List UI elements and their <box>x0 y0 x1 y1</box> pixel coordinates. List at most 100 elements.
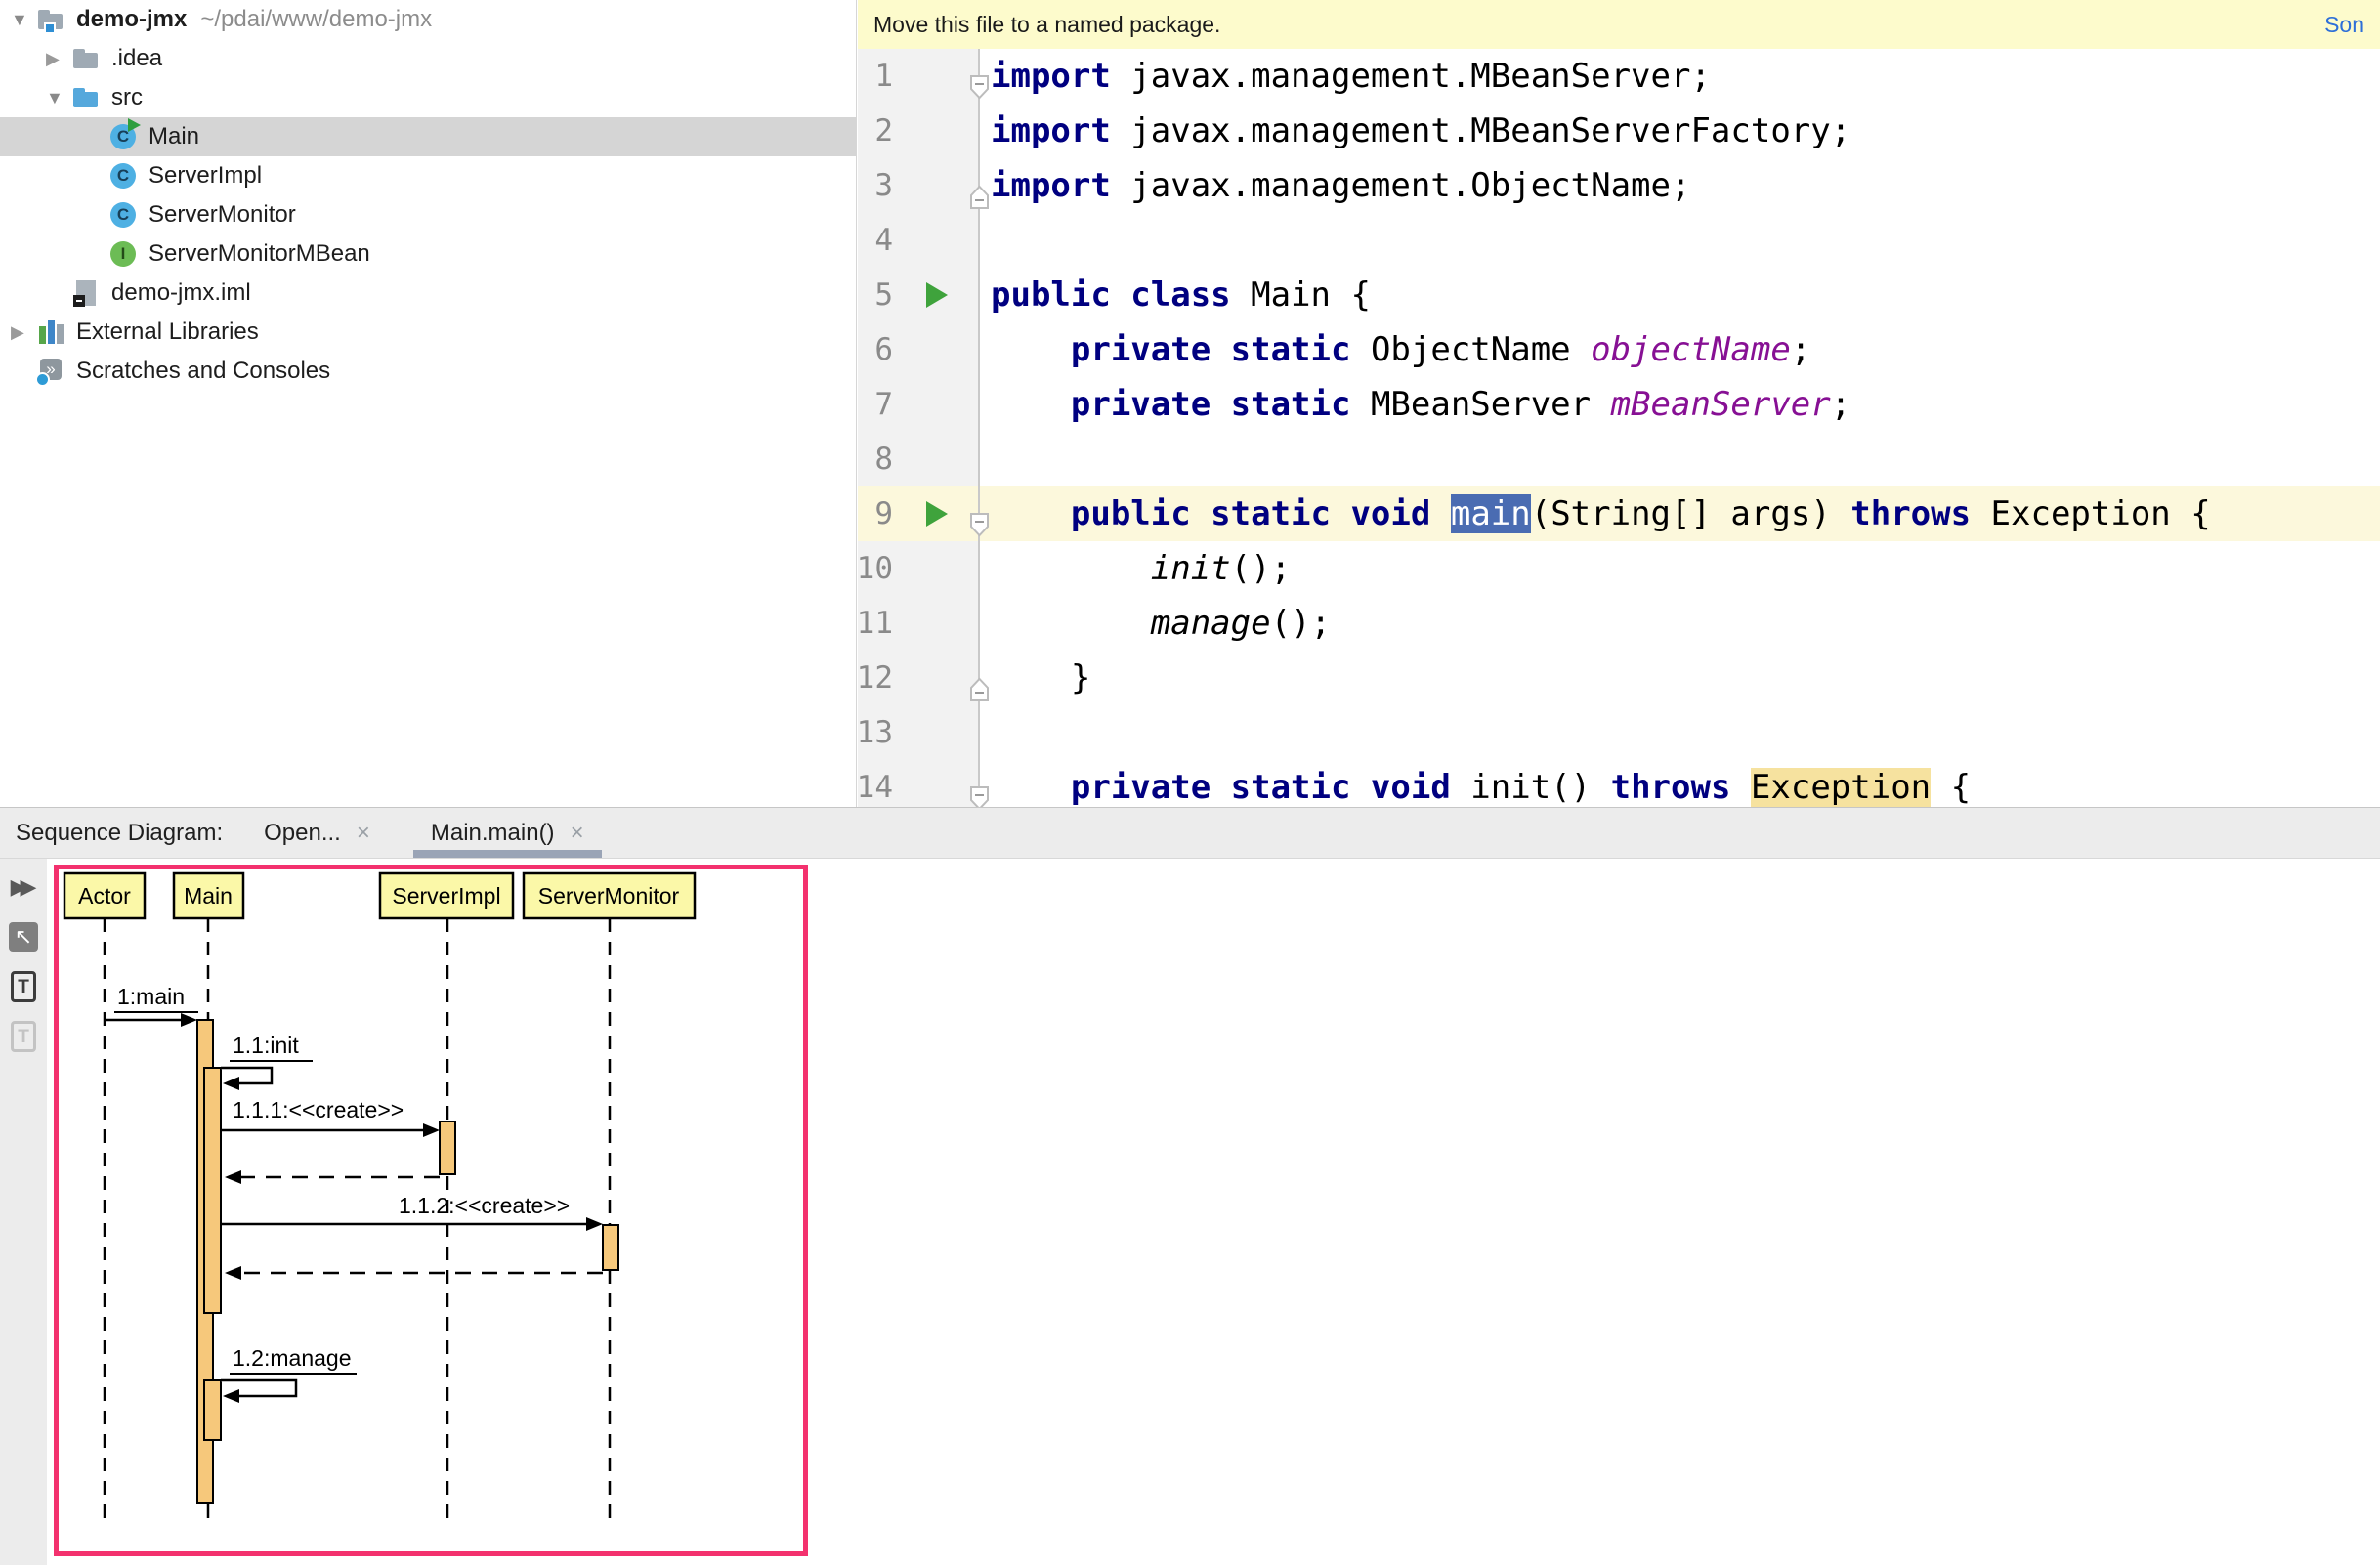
editor-gutter[interactable]: 5 <box>858 268 980 322</box>
fold-marker-up-icon[interactable] <box>969 172 990 198</box>
code-line-1[interactable]: 1 import javax.management.MBeanServer; <box>858 49 2380 104</box>
editor-gutter[interactable]: 11 <box>858 596 980 651</box>
code-text[interactable]: } <box>980 651 2380 705</box>
export-to-editor-icon[interactable] <box>9 922 38 952</box>
fold-marker-down-icon[interactable] <box>969 500 990 527</box>
fold-marker-down-icon[interactable] <box>969 63 990 89</box>
code-line-6[interactable]: 6 private static ObjectName objectName; <box>858 322 2380 377</box>
code-text[interactable]: public class Main { <box>980 268 2380 322</box>
code-editor[interactable]: 1 import javax.management.MBeanServer; 2 im… <box>858 49 2380 807</box>
editor-gutter[interactable]: 8 <box>858 432 980 486</box>
close-icon[interactable]: × <box>571 820 584 847</box>
code-line-13[interactable]: 13 <box>858 705 2380 760</box>
code-text[interactable]: private static ObjectName objectName; <box>980 322 2380 377</box>
tree-expanded-arrow-icon[interactable] <box>8 10 37 30</box>
code-line-8[interactable]: 8 <box>858 432 2380 486</box>
editor-gutter[interactable]: 4 <box>858 213 980 268</box>
code-text[interactable]: init(); <box>980 541 2380 596</box>
save-as-text-icon[interactable] <box>11 971 36 1002</box>
fast-forward-icon[interactable] <box>7 870 40 904</box>
tree-item-src[interactable]: src <box>0 78 856 117</box>
code-line-3[interactable]: 3 import javax.management.ObjectName; <box>858 158 2380 213</box>
tree-item-serverimpl[interactable]: ServerImpl <box>0 156 856 195</box>
tab-open-label[interactable]: Open... <box>264 820 341 847</box>
editor-gutter[interactable]: 14 <box>858 760 980 807</box>
banner-action-link[interactable]: Son <box>2324 12 2364 38</box>
code-text[interactable]: private static void init() throws Except… <box>980 760 2380 807</box>
activation-servermonitor[interactable] <box>603 1225 618 1270</box>
tree-item--idea[interactable]: .idea <box>0 39 856 78</box>
participant-servermonitor[interactable]: ServerMonitor <box>524 873 695 918</box>
code-text[interactable] <box>980 432 2380 486</box>
tree-collapsed-arrow-icon[interactable] <box>8 322 37 343</box>
code-line-9[interactable]: 9 public static void main(String[] args)… <box>858 486 2380 541</box>
editor-gutter[interactable]: 13 <box>858 705 980 760</box>
line-number[interactable]: 6 <box>874 322 893 377</box>
tree-item-external-libraries[interactable]: External Libraries <box>0 313 856 352</box>
line-number[interactable]: 12 <box>858 651 893 705</box>
editor-gutter[interactable]: 1 <box>858 49 980 104</box>
message-label-main[interactable]: 1:main <box>117 984 185 1009</box>
code-text[interactable]: import javax.management.MBeanServerFacto… <box>980 104 2380 158</box>
close-icon[interactable]: × <box>357 820 370 847</box>
activation-main-manage[interactable] <box>204 1380 221 1440</box>
line-number[interactable]: 13 <box>858 705 893 760</box>
line-number[interactable]: 11 <box>858 596 893 651</box>
editor-gutter[interactable]: 9 <box>858 486 980 541</box>
run-gutter-icon[interactable] <box>926 501 948 527</box>
code-text[interactable]: private static MBeanServer mBeanServer; <box>980 377 2380 432</box>
tree-item-main[interactable]: Main <box>0 117 856 156</box>
tree-collapsed-arrow-icon[interactable] <box>43 49 72 69</box>
code-line-14[interactable]: 14 private static void init() throws Exc… <box>858 760 2380 807</box>
line-number[interactable]: 10 <box>858 541 893 596</box>
code-line-11[interactable]: 11 manage(); <box>858 596 2380 651</box>
code-text[interactable] <box>980 705 2380 760</box>
fold-marker-up-icon[interactable] <box>969 664 990 691</box>
tab-open[interactable]: Open... × <box>244 808 390 858</box>
line-number[interactable]: 14 <box>858 760 893 807</box>
tree-item-scratches-and-consoles[interactable]: Scratches and Consoles <box>0 352 856 391</box>
code-line-12[interactable]: 12 } <box>858 651 2380 705</box>
activation-serverimpl[interactable] <box>440 1121 455 1174</box>
editor-gutter[interactable]: 12 <box>858 651 980 705</box>
code-text[interactable] <box>980 213 2380 268</box>
line-number[interactable]: 1 <box>874 49 893 104</box>
line-number[interactable]: 4 <box>874 213 893 268</box>
editor-gutter[interactable]: 2 <box>858 104 980 158</box>
code-line-2[interactable]: 2 import javax.management.MBeanServerFact… <box>858 104 2380 158</box>
code-line-7[interactable]: 7 private static MBeanServer mBeanServer… <box>858 377 2380 432</box>
editor-gutter[interactable]: 3 <box>858 158 980 213</box>
participant-serverimpl[interactable]: ServerImpl <box>380 873 513 918</box>
code-line-10[interactable]: 10 init(); <box>858 541 2380 596</box>
tab-main-main[interactable]: Main.main() × <box>411 808 604 858</box>
participant-main[interactable]: Main <box>174 873 243 918</box>
participant-actor[interactable]: Actor <box>64 873 145 918</box>
message-label-create-servermonitor[interactable]: 1.1.2:<<create>> <box>399 1193 570 1218</box>
tree-item-servermonitor[interactable]: ServerMonitor <box>0 195 856 234</box>
message-label-manage[interactable]: 1.2:manage <box>233 1345 351 1371</box>
tree-expanded-arrow-icon[interactable] <box>43 88 72 108</box>
code-text[interactable]: import javax.management.MBeanServer; <box>980 49 2380 104</box>
run-gutter-icon[interactable] <box>926 282 948 308</box>
sequence-diagram[interactable]: Actor Main ServerImpl ServerMonitor <box>47 859 829 1565</box>
code-line-5[interactable]: 5 public class Main { <box>858 268 2380 322</box>
tree-item-demo-jmx-iml[interactable]: demo-jmx.iml <box>0 274 856 313</box>
line-number[interactable]: 3 <box>874 158 893 213</box>
line-number[interactable]: 2 <box>874 104 893 158</box>
editor-gutter[interactable]: 6 <box>858 322 980 377</box>
tree-item-demo-jmx[interactable]: demo-jmx~/pdai/www/demo-jmx <box>0 0 856 39</box>
fold-marker-down-icon[interactable] <box>969 774 990 800</box>
line-number[interactable]: 5 <box>874 268 893 322</box>
code-text[interactable]: import javax.management.ObjectName; <box>980 158 2380 213</box>
tab-main-main-label[interactable]: Main.main() <box>431 820 555 847</box>
editor-gutter[interactable]: 7 <box>858 377 980 432</box>
tree-item-servermonitormbean[interactable]: ServerMonitorMBean <box>0 234 856 274</box>
message-label-init[interactable]: 1.1:init <box>233 1033 299 1058</box>
line-number[interactable]: 7 <box>874 377 893 432</box>
editor-gutter[interactable]: 10 <box>858 541 980 596</box>
message-label-create-serverimpl[interactable]: 1.1.1:<<create>> <box>233 1097 404 1122</box>
code-text[interactable]: manage(); <box>980 596 2380 651</box>
code-line-4[interactable]: 4 <box>858 213 2380 268</box>
code-text[interactable]: public static void main(String[] args) t… <box>980 486 2380 541</box>
line-number[interactable]: 9 <box>874 486 893 541</box>
